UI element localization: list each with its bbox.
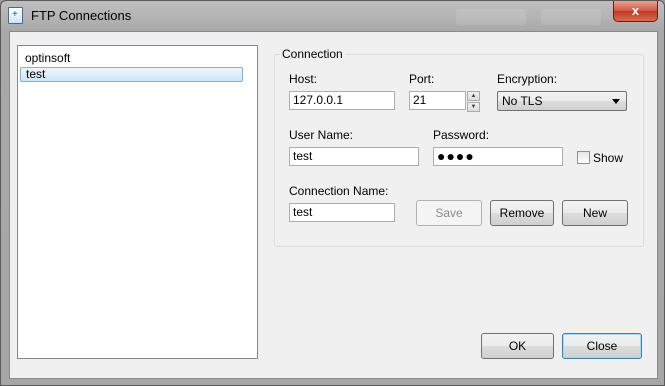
encryption-label: Encryption: [497,72,558,86]
show-password-checkbox[interactable] [577,151,590,164]
close-button[interactable]: Close [562,333,642,359]
username-label: User Name: [289,128,354,142]
ftp-connections-window: + FTP Connections x optinsoft test Conne… [0,0,665,386]
title-bar[interactable]: + FTP Connections x [1,1,664,31]
ftp-app-icon: + [8,7,23,24]
window-title: FTP Connections [31,8,132,23]
password-field[interactable]: ●●●● [433,147,563,166]
username-field[interactable]: test [289,147,419,166]
encryption-select[interactable]: No TLS [497,91,627,111]
connections-list[interactable]: optinsoft test [17,45,258,359]
host-label: Host: [289,72,318,86]
background-blur [456,9,526,25]
port-field[interactable]: 21 [409,91,466,110]
connection-name-field[interactable]: test [289,203,395,222]
save-button[interactable]: Save [416,200,482,226]
port-label: Port: [409,72,435,86]
show-password-label: Show [593,151,624,165]
chevron-down-icon [612,99,620,104]
port-stepper[interactable]: ▲ ▼ [467,91,480,112]
password-label: Password: [433,128,490,142]
stepper-down-icon[interactable]: ▼ [467,102,480,112]
close-window-button[interactable]: x [613,1,658,22]
list-item[interactable]: test [20,67,243,82]
remove-button[interactable]: Remove [490,200,554,226]
stepper-up-icon[interactable]: ▲ [467,91,480,101]
encryption-value: No TLS [502,94,543,108]
dialog-body: optinsoft test Connection Host: 127.0.0.… [9,31,658,379]
background-blur [541,9,601,25]
ok-button[interactable]: OK [481,333,554,359]
list-item[interactable]: optinsoft [20,51,241,66]
connection-group-title: Connection [280,47,345,61]
connection-name-label: Connection Name: [289,184,389,198]
host-field[interactable]: 127.0.0.1 [289,91,395,110]
new-button[interactable]: New [562,200,628,226]
